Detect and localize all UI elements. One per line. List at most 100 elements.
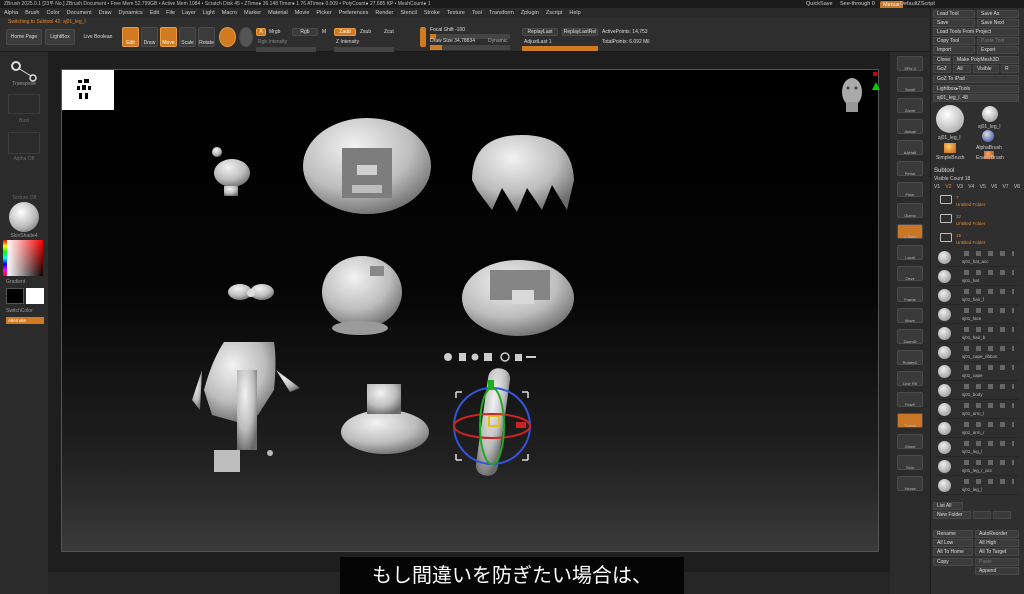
subtool-toggles[interactable] — [964, 308, 1014, 313]
menu-dynamics[interactable]: Dynamics — [119, 10, 143, 16]
subtool-folder[interactable]: 15 Untitled Folder — [936, 231, 1018, 249]
gizmo-toolbar[interactable] — [444, 352, 536, 362]
subtool-row[interactable]: sj01_leg_l — [936, 440, 1018, 457]
menu-preferences[interactable]: Preferences — [339, 10, 369, 16]
export-button[interactable]: Export — [977, 46, 1019, 54]
shelf-spix-3-button[interactable]: SPix 3 — [897, 56, 923, 71]
body-part[interactable] — [192, 342, 300, 472]
subtool-toggles[interactable] — [964, 365, 1014, 370]
subtool-toggles[interactable] — [964, 327, 1014, 332]
document-canvas[interactable] — [61, 69, 880, 552]
shelf-frame-button[interactable]: Frame — [897, 287, 923, 302]
menu-document[interactable]: Document — [67, 10, 92, 16]
save-next-button[interactable]: Save Next — [977, 19, 1019, 27]
subtool-toggles[interactable] — [964, 289, 1014, 294]
tool-thumbnail-small[interactable] — [982, 106, 998, 122]
shelf-polyf-button[interactable]: PolyF — [897, 392, 923, 407]
shelf-qxyz-button[interactable]: Qxyz — [897, 266, 923, 281]
subtool-folder[interactable]: 7 Untitled Folder — [936, 193, 1018, 211]
menu-brush[interactable]: Brush — [25, 10, 39, 16]
all-button[interactable]: All — [953, 65, 971, 73]
shelf-move-button[interactable]: Move — [897, 308, 923, 323]
switch-color-button[interactable]: SwitchColor — [0, 308, 36, 314]
list-all-button[interactable]: List All — [933, 502, 963, 510]
dynamic-button[interactable]: Dynamic — [488, 38, 507, 44]
replay-last-button[interactable]: ReplayLast — [522, 28, 558, 36]
r-button[interactable]: R — [1001, 65, 1019, 73]
texture-sphere-icon[interactable] — [239, 27, 253, 47]
shelf-actual-button[interactable]: Actual — [897, 119, 923, 134]
scale-button[interactable]: Scale — [179, 27, 196, 47]
version-v7[interactable]: V7 — [1002, 184, 1008, 192]
subtool-row[interactable]: sj01_hair_f — [936, 288, 1018, 305]
menu-picker[interactable]: Picker — [316, 10, 331, 16]
save-as-button[interactable]: Save As — [977, 10, 1019, 18]
copy-tool-button[interactable]: Copy Tool — [933, 37, 975, 45]
version-v3[interactable]: V3 — [957, 184, 963, 192]
subtool-toggles[interactable] — [964, 384, 1014, 389]
menu-stencil[interactable]: Stencil — [400, 10, 417, 16]
shelf-line-fill-button[interactable]: Line Fill — [897, 371, 923, 386]
menu-color[interactable]: Color — [46, 10, 59, 16]
version-v1[interactable]: V1 — [934, 184, 940, 192]
hair-front-part[interactable] — [472, 135, 574, 212]
move-button[interactable]: Move — [160, 27, 177, 47]
version-v5[interactable]: V5 — [980, 184, 986, 192]
menu-render[interactable]: Render — [375, 10, 393, 16]
subtool-toggles[interactable] — [964, 441, 1014, 446]
face-part[interactable] — [322, 256, 402, 335]
subtool-row[interactable]: sj01_cape — [936, 364, 1018, 381]
shelf-l-sym-button[interactable]: L.Sym — [897, 224, 923, 239]
load-tool-button[interactable]: Load Tool — [933, 10, 975, 18]
hat-part[interactable] — [303, 118, 431, 214]
version-v6[interactable]: V6 — [991, 184, 997, 192]
subtool-row[interactable]: sj01_arm_r — [936, 421, 1018, 438]
home-page-button[interactable]: Home Page — [6, 29, 42, 45]
alpha-brush-icon[interactable] — [982, 130, 994, 142]
zcut-button[interactable]: Zcut — [384, 29, 394, 35]
menu-layer[interactable]: Layer — [182, 10, 196, 16]
current-tool-slider[interactable]: sj01_leg_l. 48 — [933, 94, 1019, 102]
make-polymesh-button[interactable]: Make PolyMesh3D — [953, 56, 1019, 64]
subtool-toggles[interactable] — [964, 422, 1014, 427]
import-button[interactable]: Import — [933, 46, 975, 54]
cape-part[interactable] — [341, 384, 429, 454]
version-v4[interactable]: V4 — [968, 184, 974, 192]
tool-thumbnail-main[interactable] — [936, 105, 964, 133]
alternate-button[interactable]: Alternate — [6, 317, 44, 324]
shelf-xpose-button[interactable]: Xpose — [897, 476, 923, 491]
mrgb-button[interactable]: Mrgb — [269, 29, 280, 35]
alpha-slot[interactable] — [8, 132, 40, 154]
subtool-row[interactable]: sj01_face — [936, 307, 1018, 324]
menu-transform[interactable]: Transform — [489, 10, 514, 16]
zsub-button[interactable]: Zsub — [360, 29, 371, 35]
simple-brush-icon[interactable] — [944, 143, 956, 153]
goz-button[interactable]: GoZ — [933, 65, 951, 73]
all-low-button[interactable]: All Low — [933, 539, 973, 547]
shelf-ghost-button[interactable]: Ghost — [897, 434, 923, 449]
draw-button[interactable]: Draw — [141, 27, 158, 47]
menu-alpha[interactable]: Alpha — [4, 10, 18, 16]
shelf-zoomd-button[interactable]: ZoomD — [897, 329, 923, 344]
shelf-aahalf-button[interactable]: AAHalf — [897, 140, 923, 155]
visible-button[interactable]: Visible — [973, 65, 999, 73]
subtool-toggles[interactable] — [964, 270, 1014, 275]
secondary-color-swatch[interactable] — [6, 288, 24, 304]
shelf-local-button[interactable]: Local — [897, 245, 923, 260]
menu-draw[interactable]: Draw — [99, 10, 112, 16]
version-v2[interactable]: V2 — [945, 184, 951, 192]
zadd-button[interactable]: Zadd — [334, 28, 356, 36]
subtool-row[interactable]: sj01_hat_acc — [936, 250, 1018, 267]
goz-to-ipad-button[interactable]: GoZ To iPad — [933, 75, 1019, 83]
ribbon-part[interactable] — [228, 284, 274, 300]
shelf-zoom-button[interactable]: Zoom — [897, 98, 923, 113]
menu-macro[interactable]: Macro — [222, 10, 237, 16]
subtool-row[interactable]: sj01_cape_ribbon — [936, 345, 1018, 362]
color-picker[interactable] — [7, 240, 43, 276]
m-button[interactable]: M — [322, 29, 326, 35]
subtool-row[interactable]: sj01_arm_l — [936, 402, 1018, 419]
subtool-folder[interactable]: 22 Untitled Folder — [936, 212, 1018, 230]
menu-material[interactable]: Material — [268, 10, 288, 16]
subtool-toggles[interactable] — [964, 460, 1014, 465]
rotate-button[interactable]: Rotate — [198, 27, 215, 47]
